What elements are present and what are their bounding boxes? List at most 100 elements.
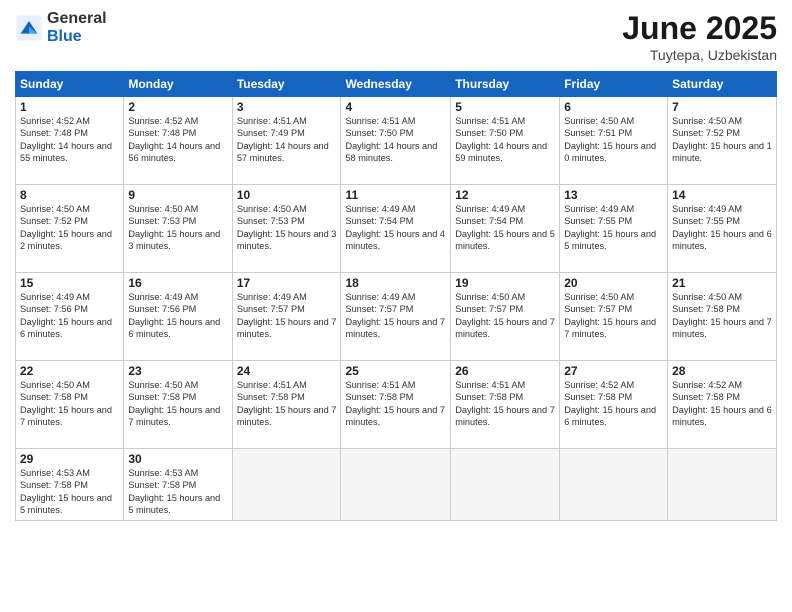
table-row: 20 Sunrise: 4:50 AMSunset: 7:57 PMDayligh… <box>560 273 668 361</box>
logo-blue: Blue <box>47 28 107 46</box>
day-number: 18 <box>345 276 446 290</box>
table-row: 11 Sunrise: 4:49 AMSunset: 7:54 PMDayligh… <box>341 185 451 273</box>
day-info: Sunrise: 4:50 AMSunset: 7:53 PMDaylight:… <box>237 204 337 251</box>
table-row: 12 Sunrise: 4:49 AMSunset: 7:54 PMDayligh… <box>451 185 560 273</box>
day-info: Sunrise: 4:49 AMSunset: 7:57 PMDaylight:… <box>237 292 337 339</box>
table-row: 25 Sunrise: 4:51 AMSunset: 7:58 PMDayligh… <box>341 361 451 449</box>
day-info: Sunrise: 4:50 AMSunset: 7:57 PMDaylight:… <box>455 292 555 339</box>
day-number: 9 <box>128 188 227 202</box>
header-tuesday: Tuesday <box>232 72 341 97</box>
day-number: 7 <box>672 100 772 114</box>
day-info: Sunrise: 4:49 AMSunset: 7:56 PMDaylight:… <box>128 292 220 339</box>
table-row: 15Sunrise: 4:49 AMSunset: 7:56 PMDayligh… <box>16 273 124 361</box>
day-info: Sunrise: 4:50 AMSunset: 7:57 PMDaylight:… <box>564 292 656 339</box>
day-number: 19 <box>455 276 555 290</box>
day-number: 20 <box>564 276 663 290</box>
title-block: June 2025 Tuytepa, Uzbekistan <box>622 10 777 63</box>
day-number: 27 <box>564 364 663 378</box>
table-row <box>232 449 341 521</box>
day-info: Sunrise: 4:52 AMSunset: 7:58 PMDaylight:… <box>672 380 772 427</box>
table-row <box>668 449 777 521</box>
table-row: 13 Sunrise: 4:49 AMSunset: 7:55 PMDayligh… <box>560 185 668 273</box>
table-row: 30 Sunrise: 4:53 AMSunset: 7:58 PMDayligh… <box>124 449 232 521</box>
table-row: 4 Sunrise: 4:51 AMSunset: 7:50 PMDaylight… <box>341 97 451 185</box>
table-row: 9 Sunrise: 4:50 AMSunset: 7:53 PMDaylight… <box>124 185 232 273</box>
day-info: Sunrise: 4:50 AMSunset: 7:58 PMDaylight:… <box>672 292 772 339</box>
table-row: 17 Sunrise: 4:49 AMSunset: 7:57 PMDayligh… <box>232 273 341 361</box>
day-info: Sunrise: 4:52 AMSunset: 7:48 PMDaylight:… <box>128 116 220 163</box>
day-number: 4 <box>345 100 446 114</box>
day-number: 15 <box>20 276 119 290</box>
table-row: 23 Sunrise: 4:50 AMSunset: 7:58 PMDayligh… <box>124 361 232 449</box>
day-info: Sunrise: 4:50 AMSunset: 7:52 PMDaylight:… <box>672 116 772 163</box>
day-number: 2 <box>128 100 227 114</box>
day-number: 23 <box>128 364 227 378</box>
header-wednesday: Wednesday <box>341 72 451 97</box>
day-info: Sunrise: 4:50 AMSunset: 7:51 PMDaylight:… <box>564 116 656 163</box>
table-row: 26 Sunrise: 4:51 AMSunset: 7:58 PMDayligh… <box>451 361 560 449</box>
subtitle: Tuytepa, Uzbekistan <box>622 47 777 63</box>
table-row: 24 Sunrise: 4:51 AMSunset: 7:58 PMDayligh… <box>232 361 341 449</box>
table-row <box>560 449 668 521</box>
day-info: Sunrise: 4:50 AMSunset: 7:58 PMDaylight:… <box>128 380 220 427</box>
day-number: 24 <box>237 364 337 378</box>
day-info: Sunrise: 4:51 AMSunset: 7:49 PMDaylight:… <box>237 116 329 163</box>
day-info: Sunrise: 4:51 AMSunset: 7:50 PMDaylight:… <box>345 116 437 163</box>
calendar: Sunday Monday Tuesday Wednesday Thursday… <box>15 71 777 521</box>
day-number: 13 <box>564 188 663 202</box>
day-number: 26 <box>455 364 555 378</box>
day-info: Sunrise: 4:50 AMSunset: 7:52 PMDaylight:… <box>20 204 112 251</box>
logo-general: General <box>47 10 107 28</box>
day-number: 5 <box>455 100 555 114</box>
table-row: 8Sunrise: 4:50 AMSunset: 7:52 PMDaylight… <box>16 185 124 273</box>
day-number: 14 <box>672 188 772 202</box>
table-row: 19 Sunrise: 4:50 AMSunset: 7:57 PMDayligh… <box>451 273 560 361</box>
day-number: 3 <box>237 100 337 114</box>
day-info: Sunrise: 4:49 AMSunset: 7:54 PMDaylight:… <box>455 204 555 251</box>
day-info: Sunrise: 4:51 AMSunset: 7:50 PMDaylight:… <box>455 116 547 163</box>
day-number: 6 <box>564 100 663 114</box>
main-title: June 2025 <box>622 10 777 47</box>
day-info: Sunrise: 4:49 AMSunset: 7:57 PMDaylight:… <box>345 292 445 339</box>
logo-text: General Blue <box>47 10 107 45</box>
day-number: 30 <box>128 452 227 466</box>
table-row: 5 Sunrise: 4:51 AMSunset: 7:50 PMDaylight… <box>451 97 560 185</box>
day-number: 12 <box>455 188 555 202</box>
day-info: Sunrise: 4:50 AMSunset: 7:58 PMDaylight:… <box>20 380 112 427</box>
day-number: 22 <box>20 364 119 378</box>
day-number: 10 <box>237 188 337 202</box>
day-info: Sunrise: 4:52 AMSunset: 7:48 PMDaylight:… <box>20 116 112 163</box>
table-row: 18 Sunrise: 4:49 AMSunset: 7:57 PMDayligh… <box>341 273 451 361</box>
day-number: 1 <box>20 100 119 114</box>
day-info: Sunrise: 4:50 AMSunset: 7:53 PMDaylight:… <box>128 204 220 251</box>
table-row <box>451 449 560 521</box>
day-number: 17 <box>237 276 337 290</box>
table-row <box>341 449 451 521</box>
day-info: Sunrise: 4:53 AMSunset: 7:58 PMDaylight:… <box>128 468 220 515</box>
table-row: 22 Sunrise: 4:50 AMSunset: 7:58 PMDayligh… <box>16 361 124 449</box>
day-number: 25 <box>345 364 446 378</box>
table-row: 2 Sunrise: 4:52 AMSunset: 7:48 PMDaylight… <box>124 97 232 185</box>
header-thursday: Thursday <box>451 72 560 97</box>
day-info: Sunrise: 4:51 AMSunset: 7:58 PMDaylight:… <box>345 380 445 427</box>
table-row: 21Sunrise: 4:50 AMSunset: 7:58 PMDayligh… <box>668 273 777 361</box>
table-row: 7 Sunrise: 4:50 AMSunset: 7:52 PMDaylight… <box>668 97 777 185</box>
day-number: 11 <box>345 188 446 202</box>
calendar-header-row: Sunday Monday Tuesday Wednesday Thursday… <box>16 72 777 97</box>
table-row: 14 Sunrise: 4:49 AMSunset: 7:55 PMDayligh… <box>668 185 777 273</box>
day-info: Sunrise: 4:53 AMSunset: 7:58 PMDaylight:… <box>20 468 112 515</box>
table-row: 10 Sunrise: 4:50 AMSunset: 7:53 PMDayligh… <box>232 185 341 273</box>
day-info: Sunrise: 4:49 AMSunset: 7:55 PMDaylight:… <box>564 204 656 251</box>
day-info: Sunrise: 4:49 AMSunset: 7:55 PMDaylight:… <box>672 204 772 251</box>
header-monday: Monday <box>124 72 232 97</box>
day-info: Sunrise: 4:51 AMSunset: 7:58 PMDaylight:… <box>455 380 555 427</box>
day-info: Sunrise: 4:49 AMSunset: 7:54 PMDaylight:… <box>345 204 445 251</box>
day-info: Sunrise: 4:51 AMSunset: 7:58 PMDaylight:… <box>237 380 337 427</box>
logo: General Blue <box>15 10 107 45</box>
day-number: 16 <box>128 276 227 290</box>
table-row: 6 Sunrise: 4:50 AMSunset: 7:51 PMDaylight… <box>560 97 668 185</box>
table-row: 29Sunrise: 4:53 AMSunset: 7:58 PMDayligh… <box>16 449 124 521</box>
table-row: 3 Sunrise: 4:51 AMSunset: 7:49 PMDaylight… <box>232 97 341 185</box>
header-friday: Friday <box>560 72 668 97</box>
table-row: 16 Sunrise: 4:49 AMSunset: 7:56 PMDayligh… <box>124 273 232 361</box>
